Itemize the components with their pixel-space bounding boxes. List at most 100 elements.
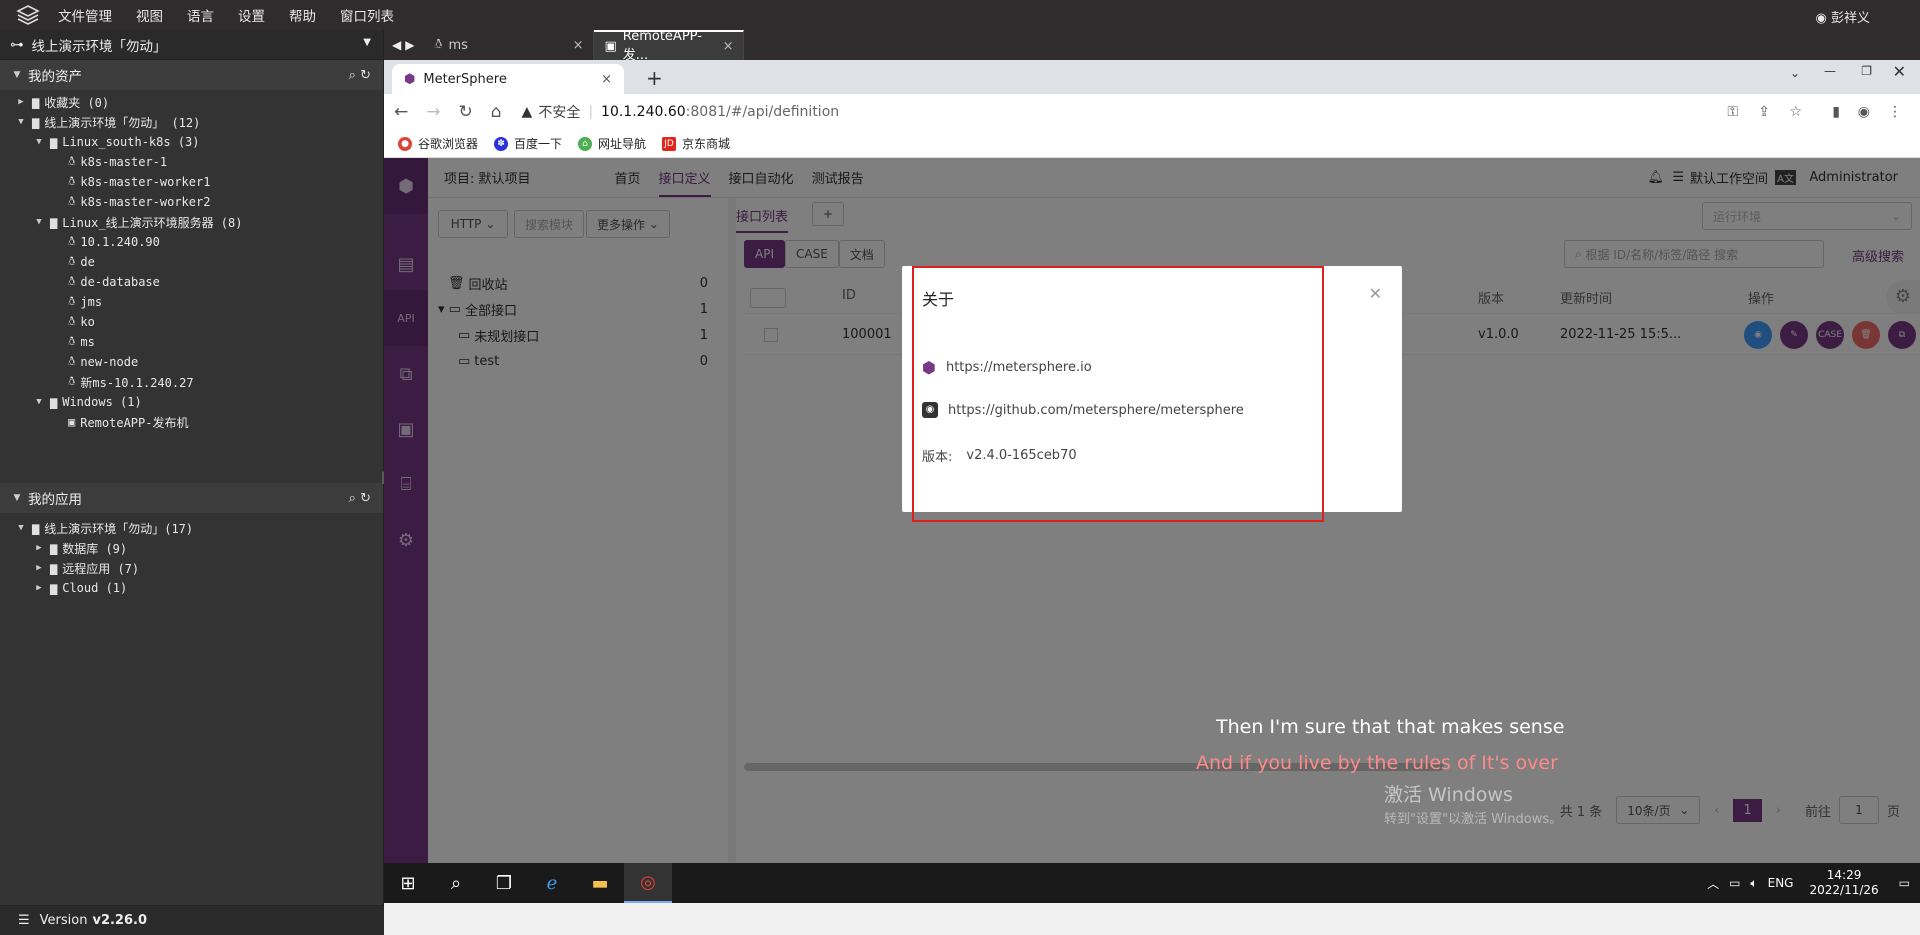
menu-settings[interactable]: 设置 [238, 5, 265, 25]
url-host: 10.1.240.60 [601, 104, 686, 120]
expanded-icon[interactable]: ▼ [32, 137, 46, 147]
tree-node[interactable]: 🐧︎ k8s-master-1 [0, 152, 383, 172]
session-tab-ms[interactable]: 🐧︎ ms × [424, 30, 595, 60]
tree-node[interactable]: ▶ ▆ 数据库 (9) [0, 538, 383, 558]
close-icon[interactable]: ✕ [1369, 284, 1382, 303]
maximize-icon[interactable]: ❐ [1861, 64, 1872, 78]
sidepanel-icon[interactable]: ▮ [1832, 104, 1840, 120]
menu-dots-icon[interactable]: ⋮ [1888, 104, 1902, 120]
star-icon[interactable]: ☆ [1789, 104, 1802, 120]
tree-node-label: 10.1.240.90 [80, 235, 160, 249]
tree-node-label: k8s-master-1 [80, 155, 168, 169]
status-bar: ☰ Version v2.26.0 [0, 905, 384, 935]
nav-next-icon[interactable]: ▶ [405, 38, 414, 52]
profile-icon[interactable]: ◉ [1858, 104, 1870, 120]
explorer-icon[interactable]: ▬ [576, 863, 624, 903]
back-icon[interactable]: ← [394, 102, 408, 122]
tree-node[interactable]: ▼ ▆ 线上演示环境「勿动」 (12) [0, 112, 383, 132]
tree-node[interactable]: ▶ ▆ Cloud (1) [0, 578, 383, 598]
start-icon[interactable]: ⊞ [384, 863, 432, 903]
expanded-icon[interactable]: ▼ [32, 397, 46, 407]
close-icon[interactable]: × [561, 38, 584, 53]
taskview-icon[interactable]: ❐ [480, 863, 528, 903]
url-path: :8081/#/api/definition [685, 104, 840, 120]
tray-arrow-icon[interactable]: ︿ [1707, 875, 1719, 892]
env-selector[interactable]: ⊶ 线上演示环境「勿动」 ▼ [0, 30, 383, 60]
tree-node[interactable]: ▼ ▆ Windows (1) [0, 392, 383, 412]
tree-node-label: Linux_south-k8s (3) [62, 135, 200, 149]
collapsed-icon[interactable]: ▶ [32, 543, 46, 553]
tree-node[interactable]: 🐧︎ new-node [0, 352, 383, 372]
tree-node[interactable]: ▼ ▆ 线上演示环境「勿动」(17) [0, 518, 383, 538]
tree-node[interactable]: 🐧︎ ko [0, 312, 383, 332]
network-icon[interactable]: ▭ [1729, 876, 1740, 890]
clock[interactable]: 14:29 2022/11/26 [1809, 868, 1878, 898]
tree-node[interactable]: 🐧︎ de-database [0, 272, 383, 292]
close-window-icon[interactable]: ✕ [1893, 62, 1906, 81]
tree-node-label: k8s-master-worker2 [80, 195, 211, 209]
assets-section-header[interactable]: ▼ 我的资产 ⌕ ↻ [0, 60, 383, 90]
collapsed-icon[interactable]: ▶ [32, 583, 46, 593]
activate-windows-sub: 转到"设置"以激活 Windows。 [1384, 812, 1563, 827]
notification-icon[interactable]: ▭ [1899, 876, 1910, 890]
input-language[interactable]: ENG [1768, 876, 1794, 890]
tree-node[interactable]: 🐧︎ jms [0, 292, 383, 312]
folder-open-icon: ▆ [50, 135, 58, 149]
expanded-icon[interactable]: ▼ [32, 217, 46, 227]
close-icon[interactable]: × [711, 39, 734, 54]
chrome-tabstrip: ⬢ MeterSphere × + ⌄ — ❐ ✕ [384, 60, 1920, 94]
folder-open-icon: ▆ [32, 521, 40, 535]
menu-language[interactable]: 语言 [187, 5, 214, 25]
ie-icon[interactable]: ℯ [528, 863, 576, 903]
bookmark-nav[interactable]: ⌂ 网址导航 [578, 135, 646, 152]
forward-icon[interactable]: → [426, 102, 440, 122]
tree-node[interactable]: ▶ ▆ 收藏夹 (0) [0, 92, 383, 112]
bookmark-chrome[interactable]: ● 谷歌浏览器 [398, 135, 478, 152]
refresh-icon[interactable]: ↻ [360, 491, 371, 506]
session-tab-remoteapp[interactable]: ▣ RemoteAPP-发... × [594, 29, 745, 63]
tree-node[interactable]: 🐧︎ k8s-master-worker2 [0, 192, 383, 212]
tree-node[interactable]: ▣ RemoteAPP-发布机 [0, 412, 383, 432]
browser-tab-metersphere[interactable]: ⬢ MeterSphere × [392, 64, 624, 94]
collapsed-icon[interactable]: ▶ [32, 563, 46, 573]
new-tab-icon[interactable]: + [646, 66, 663, 90]
expanded-icon[interactable]: ▼ [14, 117, 28, 127]
tree-node-label: de [80, 255, 95, 269]
tree-node[interactable]: ▶ ▆ 远程应用 (7) [0, 558, 383, 578]
tree-node[interactable]: ▼ ▆ Linux_线上演示环境服务器 (8) [0, 212, 383, 232]
menu-view[interactable]: 视图 [136, 5, 163, 25]
minimize-icon[interactable]: — [1824, 64, 1836, 78]
bookmark-jd[interactable]: JD 京东商城 [662, 135, 730, 152]
tree-node[interactable]: ▼ ▆ Linux_south-k8s (3) [0, 132, 383, 152]
url-field[interactable]: ▲ 不安全 | 10.1.240.60:8081/#/api/definitio… [522, 102, 840, 122]
tree-node[interactable]: 🐧︎ ms [0, 332, 383, 352]
close-icon[interactable]: × [601, 72, 612, 87]
refresh-icon[interactable]: ↻ [360, 68, 371, 83]
share-icon[interactable]: ⇪ [1758, 104, 1770, 120]
remote-desktop[interactable]: ⬢ MeterSphere × + ⌄ — ❐ ✕ ← → ↻ ⌂ ▲ 不安全 … [384, 60, 1920, 935]
expanded-icon[interactable]: ▼ [14, 523, 28, 533]
user-menu[interactable]: ◉ 彭祥义 [1816, 7, 1871, 26]
menu-file[interactable]: 文件管理 [58, 5, 112, 25]
menu-help[interactable]: 帮助 [289, 5, 316, 25]
reload-icon[interactable]: ↻ [459, 102, 473, 122]
linux-icon: 🐧︎ [68, 314, 76, 328]
tree-node[interactable]: 🐧︎ k8s-master-worker1 [0, 172, 383, 192]
nav-prev-icon[interactable]: ◀ [392, 38, 401, 52]
apps-section-header[interactable]: ▼ 我的应用 ⌕ ↻ [0, 483, 383, 513]
search-icon[interactable]: ⌕ [432, 863, 480, 903]
search-icon[interactable]: ⌕ [349, 68, 356, 83]
tree-node[interactable]: 🐧︎ 10.1.240.90 [0, 232, 383, 252]
tab-search-icon[interactable]: ⌄ [1790, 66, 1800, 80]
key-icon[interactable]: ⚿ [1727, 104, 1738, 120]
bookmark-baidu[interactable]: ✽ 百度一下 [494, 135, 562, 152]
tree-node[interactable]: 🐧︎ de [0, 252, 383, 272]
search-icon[interactable]: ⌕ [349, 491, 356, 506]
menu-window-list[interactable]: 窗口列表 [340, 5, 394, 25]
home-icon[interactable]: ⌂ [491, 102, 502, 122]
collapsed-icon[interactable]: ▶ [14, 97, 28, 107]
tree-node[interactable]: 🐧︎ 新ms-10.1.240.27 [0, 372, 383, 392]
volume-icon[interactable]: 🔈︎ [1750, 876, 1757, 891]
nav-icon: ⌂ [578, 136, 593, 151]
chrome-icon[interactable]: ◎ [624, 863, 672, 903]
